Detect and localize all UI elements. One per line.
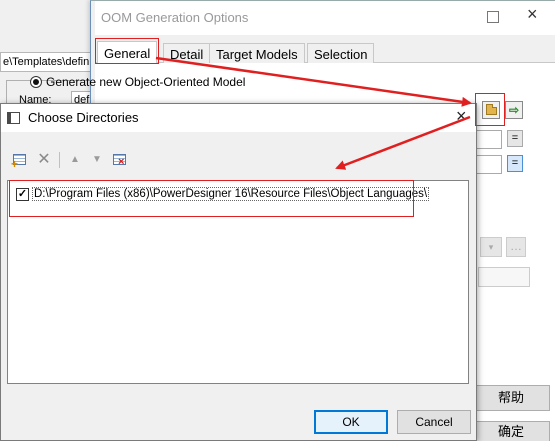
browse-folder-button[interactable]	[482, 101, 500, 119]
import-button[interactable]: ⇨	[505, 101, 523, 119]
choose-directories-dialog: Choose Directories × + ✕ ▲ ▼ × ✓ D:\Prog…	[0, 103, 477, 441]
option-button-1[interactable]: =	[507, 130, 523, 147]
dialog-title: Choose Directories	[28, 110, 139, 125]
oom-window-title: OOM Generation Options	[101, 10, 249, 25]
folder-icon	[486, 104, 497, 115]
close-icon[interactable]: ×	[527, 4, 538, 25]
remove-x-icon: ×	[118, 156, 125, 168]
maximize-icon[interactable]	[487, 11, 499, 23]
ok-button[interactable]: OK	[314, 410, 388, 434]
generate-new-model-label: Generate new Object-Oriented Model	[46, 75, 246, 89]
add-directory-icon[interactable]: +	[11, 152, 28, 171]
directory-list[interactable]: ✓ D:\Program Files (x86)\PowerDesigner 1…	[7, 180, 469, 384]
tab-detail[interactable]: Detail	[163, 43, 211, 63]
disabled-combo: ▾	[480, 237, 502, 257]
close-icon[interactable]: ×	[456, 106, 467, 127]
help-button[interactable]: 帮助	[472, 385, 550, 411]
disabled-ellipsis-button: …	[506, 237, 526, 257]
tab-target-models[interactable]: Target Models	[209, 43, 305, 63]
option-button-2[interactable]: =	[507, 155, 523, 172]
delete-icon[interactable]: ✕	[36, 152, 52, 168]
cancel-button[interactable]: Cancel	[397, 410, 471, 434]
disabled-field	[478, 267, 530, 287]
tab-general[interactable]: General	[97, 41, 158, 64]
confirm-button[interactable]: 确定	[472, 421, 550, 441]
plus-icon: +	[11, 157, 19, 171]
window-icon	[7, 112, 20, 124]
option-field-2[interactable]	[476, 155, 502, 174]
directory-checkbox[interactable]: ✓	[16, 188, 29, 201]
generate-new-model-radio[interactable]	[30, 76, 42, 88]
tab-selection[interactable]: Selection	[307, 43, 375, 63]
clear-list-icon[interactable]: ×	[112, 152, 128, 168]
directory-path: D:\Program Files (x86)\PowerDesigner 16\…	[32, 187, 430, 201]
oom-title-bar: OOM Generation Options ×	[95, 1, 555, 35]
move-down-icon[interactable]: ▼	[89, 152, 105, 168]
tab-strip: General Detail Target Models Selection	[95, 41, 555, 64]
dialog-title-bar: Choose Directories ×	[1, 104, 476, 132]
move-up-icon[interactable]: ▲	[67, 152, 83, 168]
option-field-1[interactable]	[476, 130, 502, 149]
toolbar-separator	[59, 152, 60, 168]
